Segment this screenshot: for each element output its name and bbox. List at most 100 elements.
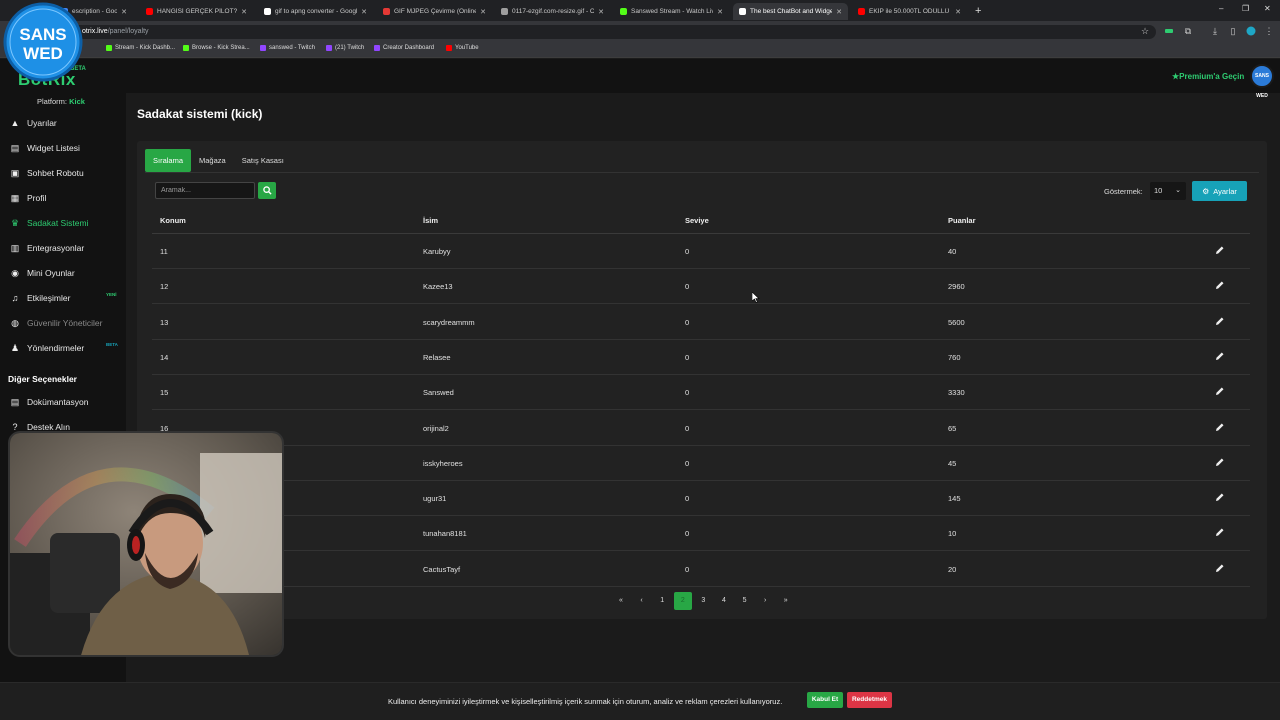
bookmark-label: Stream - Kick Dashb... xyxy=(115,45,176,51)
premium-link[interactable]: ★Premium'a Geçin xyxy=(1172,72,1244,81)
sidebar-item[interactable]: ▤ Dokümantasyon xyxy=(10,397,120,407)
user-avatar[interactable]: SANS WED xyxy=(1250,64,1274,99)
edit-icon[interactable] xyxy=(1215,457,1225,467)
cell-points: 2960 xyxy=(948,282,965,292)
bookmark-item[interactable]: (21) Twitch xyxy=(326,45,364,51)
edit-icon[interactable] xyxy=(1215,492,1225,502)
edit-icon[interactable] xyxy=(1215,245,1225,255)
sidebar-item[interactable]: ▦ Profil xyxy=(10,193,120,203)
tab-store[interactable]: Mağaza xyxy=(191,149,234,172)
browser-tab[interactable]: GIF MJPEG Çevirme (Online ve✕ xyxy=(377,3,492,20)
browser-tab[interactable]: Sanswed Stream - Watch Live o ✕ xyxy=(614,3,729,20)
sidebar-item[interactable]: ♛ Sadakat Sistemi xyxy=(10,218,120,228)
column-header-rank[interactable]: Konum xyxy=(160,216,186,225)
sidebar-item[interactable]: ▤ Widget Listesi xyxy=(10,143,120,153)
url-field[interactable]: otrix.live/panel/loyalty xyxy=(66,25,1156,39)
sidebar-item[interactable]: ▲ Uyarılar xyxy=(10,118,120,128)
tab-ranking[interactable]: Sıralama xyxy=(145,149,192,172)
webcam-feed-image xyxy=(10,433,282,655)
page-button[interactable]: 3 xyxy=(694,592,712,610)
search-button[interactable] xyxy=(258,182,276,199)
tab-favicon-icon xyxy=(146,8,153,15)
platform-label: Platform: xyxy=(37,97,68,106)
sidepanel-icon[interactable]: ▯ xyxy=(1228,26,1238,36)
browser-tab[interactable]: The best ChatBot and Widgets ✕ xyxy=(733,3,848,20)
bookmark-item[interactable]: Browse - Kick Strea... xyxy=(183,45,250,51)
close-tab-icon[interactable]: ✕ xyxy=(955,8,961,16)
edit-icon[interactable] xyxy=(1215,316,1225,326)
puzzle-icon[interactable]: ⧉ xyxy=(1183,26,1193,36)
minimize-icon[interactable]: – xyxy=(1219,4,1223,13)
page-button[interactable]: 2 xyxy=(673,592,692,610)
page-button[interactable]: 1 xyxy=(653,592,671,610)
sidebar-item[interactable]: ◍ Güvenilir Yöneticiler xyxy=(10,318,120,328)
new-tab-button[interactable]: + xyxy=(975,5,981,17)
tab-sales[interactable]: Satış Kasası xyxy=(234,149,292,172)
edit-icon[interactable] xyxy=(1215,422,1225,432)
close-tab-icon[interactable]: ✕ xyxy=(121,8,127,16)
column-header-level[interactable]: Seviye xyxy=(685,216,709,225)
sidebar-item[interactable]: ♫ Etkileşimler xyxy=(10,293,120,303)
settings-label: Ayarlar xyxy=(1213,186,1237,196)
browser-tab[interactable]: 0117-ezgif.com-resize.gif - Co ✕ xyxy=(495,3,610,20)
table-row: 15 Sanswed 0 3330 xyxy=(152,375,1250,411)
extension-icon[interactable] xyxy=(1164,26,1174,36)
close-tab-icon[interactable]: ✕ xyxy=(598,8,604,16)
column-header-points[interactable]: Puanlar xyxy=(948,216,976,225)
cell-level: 0 xyxy=(685,423,690,433)
last-page-icon[interactable]: » xyxy=(777,592,795,610)
close-tab-icon[interactable]: ✕ xyxy=(480,8,486,16)
bookmark-item[interactable]: Creator Dashboard xyxy=(374,45,434,51)
edit-icon[interactable] xyxy=(1215,563,1225,573)
column-header-name[interactable]: İsim xyxy=(423,216,438,225)
edit-icon[interactable] xyxy=(1215,280,1225,290)
page-button[interactable]: 4 xyxy=(715,592,733,610)
cell-name: isskyheroes xyxy=(423,458,463,468)
channel-logo-line2: WED xyxy=(23,44,63,63)
browser-tab[interactable]: EKİP ile 50.000TL ÖDÜLLÜ MM ✕ xyxy=(852,3,967,20)
sidebar-item[interactable]: ▥ Entegrasyonlar xyxy=(10,243,120,253)
profile-icon[interactable] xyxy=(1246,26,1256,36)
close-tab-icon[interactable]: ✕ xyxy=(836,8,842,16)
cell-level: 0 xyxy=(685,247,690,256)
edit-icon[interactable] xyxy=(1215,386,1225,396)
sidebar-item-label: Entegrasyonlar xyxy=(27,243,85,253)
close-tab-icon[interactable]: ✕ xyxy=(241,8,247,16)
sidebar-item[interactable]: ◉ Mini Oyunlar xyxy=(10,268,120,278)
search-input[interactable] xyxy=(155,182,255,199)
cell-level: 0 xyxy=(685,317,690,327)
reject-cookies-button[interactable]: Reddetmek xyxy=(847,692,892,708)
page-button[interactable]: 5 xyxy=(736,592,754,610)
cell-points: 20 xyxy=(948,564,957,574)
menu-icon[interactable]: ⋮ xyxy=(1264,26,1274,36)
bookmark-item[interactable]: YouTube xyxy=(446,45,479,51)
settings-button[interactable]: ⚙ Ayarlar xyxy=(1192,181,1247,201)
bookmark-item[interactable]: sanswed - Twitch xyxy=(260,45,315,51)
download-icon[interactable]: ⤓ xyxy=(1210,26,1220,36)
page-size-select[interactable]: 10 ⌄ xyxy=(1150,182,1186,200)
docs-icon: ▤ xyxy=(10,397,20,407)
browser-tab[interactable]: HANGİSİ GERÇEK PİLOT?! ft. @✕ xyxy=(140,3,253,20)
edit-icon[interactable] xyxy=(1215,527,1225,537)
prev-page-icon[interactable]: ‹ xyxy=(633,592,651,610)
bookmark-item[interactable]: Stream - Kick Dashb... xyxy=(106,45,175,51)
cell-level: 0 xyxy=(685,529,690,539)
close-tab-icon[interactable]: ✕ xyxy=(717,8,723,16)
sidebar-item[interactable]: ▣ Sohbet Robotu xyxy=(10,168,120,178)
close-window-icon[interactable]: ✕ xyxy=(1264,4,1271,13)
table-row: 11 Karubyy 0 40 xyxy=(152,234,1250,269)
sidebar-item[interactable]: ♟ Yönlendirmeler xyxy=(10,343,120,353)
music-icon: ♫ xyxy=(11,293,19,303)
close-tab-icon[interactable]: ✕ xyxy=(361,8,367,16)
tab-title: gif to apng converter - Google xyxy=(275,8,358,15)
page-size-value: 10 xyxy=(1154,186,1163,195)
first-page-icon[interactable]: « xyxy=(612,592,630,610)
accept-cookies-button[interactable]: Kabul Et xyxy=(807,692,843,708)
star-icon[interactable]: ☆ xyxy=(1140,26,1150,36)
edit-icon[interactable] xyxy=(1215,351,1225,361)
browser-tab[interactable]: gif to apng converter - Google ✕ xyxy=(258,3,373,20)
maximize-icon[interactable]: ❐ xyxy=(1242,4,1249,13)
next-page-icon[interactable]: › xyxy=(756,592,774,610)
bookmark-label: sanswed - Twitch xyxy=(269,45,315,51)
pagination: «‹ 1 2 3 4 5 ›» xyxy=(612,592,797,610)
